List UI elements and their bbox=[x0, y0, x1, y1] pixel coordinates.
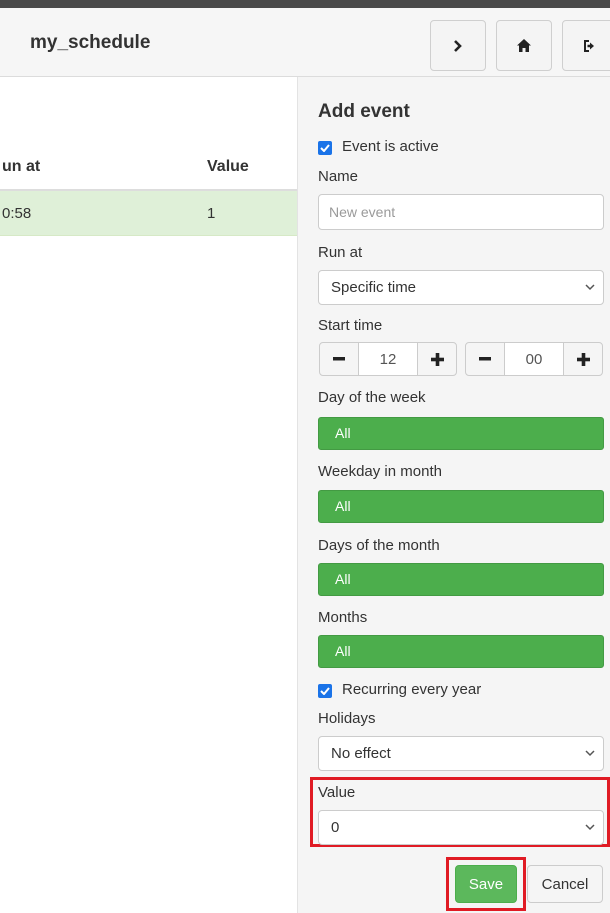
day-of-week-value: All bbox=[335, 425, 351, 441]
minus-icon bbox=[479, 357, 491, 361]
cancel-button[interactable]: Cancel bbox=[527, 865, 603, 903]
name-label: Name bbox=[318, 168, 359, 185]
minute-value[interactable]: 00 bbox=[505, 342, 563, 376]
day-of-week-selector[interactable]: All bbox=[318, 417, 604, 450]
value-label: Value bbox=[318, 784, 356, 801]
chevron-down-icon bbox=[585, 824, 595, 831]
minute-decrement-button[interactable] bbox=[465, 342, 505, 376]
holidays-select[interactable]: No effect bbox=[318, 736, 604, 771]
checkmark-icon bbox=[320, 144, 330, 152]
weekday-in-month-label: Weekday in month bbox=[318, 463, 442, 480]
holidays-selected-value: No effect bbox=[331, 745, 391, 762]
minute-stepper: 00 bbox=[465, 342, 603, 376]
column-header-run-at[interactable]: un at bbox=[2, 158, 40, 176]
chevron-down-icon bbox=[585, 284, 595, 291]
days-of-month-label: Days of the month bbox=[318, 537, 440, 554]
home-button[interactable] bbox=[496, 20, 552, 71]
event-active-label[interactable]: Event is active bbox=[342, 138, 439, 155]
logout-icon bbox=[584, 39, 594, 52]
days-of-month-value: All bbox=[335, 571, 351, 587]
cell-run-at: 0:58 bbox=[2, 205, 32, 222]
hour-stepper: 12 bbox=[319, 342, 457, 376]
weekday-in-month-selector[interactable]: All bbox=[318, 490, 604, 523]
holidays-label: Holidays bbox=[318, 710, 376, 727]
day-of-week-label: Day of the week bbox=[318, 389, 426, 406]
run-at-selected-value: Specific time bbox=[331, 279, 417, 296]
column-header-value[interactable]: Value bbox=[207, 158, 249, 176]
event-active-checkbox[interactable] bbox=[318, 141, 332, 155]
chevron-down-icon bbox=[585, 750, 595, 757]
value-select[interactable]: 0 bbox=[318, 810, 604, 845]
plus-icon bbox=[430, 352, 444, 366]
window-top-edge bbox=[0, 0, 610, 8]
hour-decrement-button[interactable] bbox=[319, 342, 359, 376]
cell-value: 1 bbox=[207, 205, 216, 222]
hour-value[interactable]: 12 bbox=[359, 342, 417, 376]
page-title: my_schedule bbox=[30, 32, 151, 53]
value-selected-value: 0 bbox=[331, 819, 340, 836]
run-at-label: Run at bbox=[318, 244, 363, 261]
table-row[interactable] bbox=[0, 191, 297, 236]
months-selector[interactable]: All bbox=[318, 635, 604, 668]
weekday-in-month-value: All bbox=[335, 498, 351, 514]
recurring-checkbox[interactable] bbox=[318, 684, 332, 698]
hour-increment-button[interactable] bbox=[417, 342, 457, 376]
chevron-right-icon bbox=[454, 39, 462, 52]
add-event-title: Add event bbox=[318, 101, 410, 122]
run-at-select[interactable]: Specific time bbox=[318, 270, 604, 305]
start-time-label: Start time bbox=[318, 317, 383, 334]
checkmark-icon bbox=[320, 687, 330, 695]
name-input[interactable] bbox=[318, 194, 604, 230]
app-header: my_schedule bbox=[0, 8, 610, 77]
logout-button[interactable] bbox=[562, 20, 610, 71]
home-icon bbox=[517, 39, 531, 52]
months-label: Months bbox=[318, 609, 368, 626]
minute-increment-button[interactable] bbox=[563, 342, 603, 376]
minus-icon bbox=[333, 357, 345, 361]
recurring-label[interactable]: Recurring every year bbox=[342, 681, 481, 698]
months-value: All bbox=[335, 643, 351, 659]
plus-icon bbox=[576, 352, 590, 366]
save-button[interactable]: Save bbox=[455, 865, 517, 903]
days-of-month-selector[interactable]: All bbox=[318, 563, 604, 596]
forward-button[interactable] bbox=[430, 20, 486, 71]
